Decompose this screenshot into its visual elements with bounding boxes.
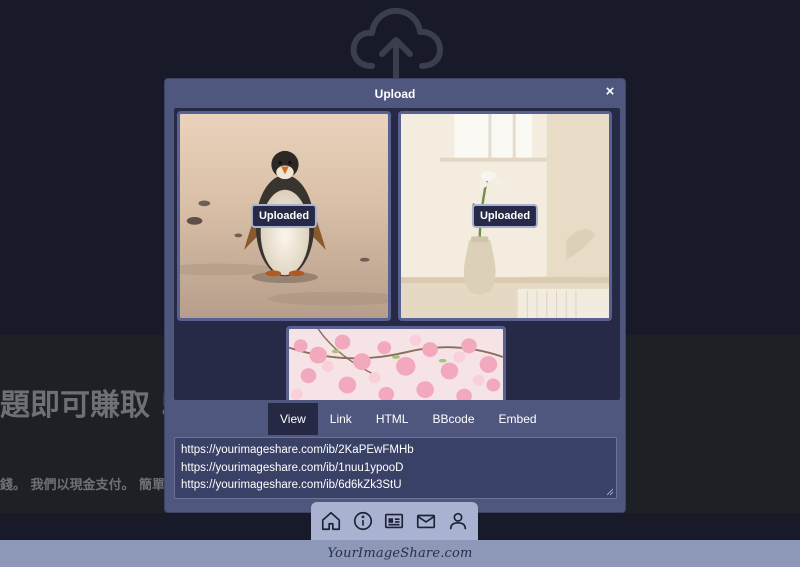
uploaded-badge: Uploaded [471, 204, 539, 228]
nav-info-button[interactable] [349, 507, 377, 535]
cherry-blossoms-image [289, 329, 503, 400]
bottom-navigation [311, 502, 478, 540]
tab-view[interactable]: View [268, 403, 318, 435]
uploaded-badge: Uploaded [250, 204, 318, 228]
tab-embed[interactable]: Embed [487, 403, 549, 435]
modal-header: Upload × [165, 79, 625, 107]
share-links-textarea[interactable]: https://yourimageshare.com/ib/2KaPEwFMHb… [174, 437, 617, 499]
background-heading: 題即可賺取 5 [0, 388, 182, 423]
share-link[interactable]: https://yourimageshare.com/ib/1nuu1ypooD [181, 460, 610, 478]
nav-account-button[interactable] [444, 507, 472, 535]
id-card-icon [385, 513, 404, 529]
nav-profile-card-button[interactable] [380, 507, 408, 535]
embed-format-tabs: View Link HTML BBcode Embed [268, 403, 549, 435]
site-footer: YourImageShare.com [0, 540, 800, 567]
background-subtext: 錢。 我們以現金支付。 簡單 [0, 478, 166, 493]
upload-cloud-icon [350, 7, 443, 80]
share-link[interactable]: https://yourimageshare.com/ib/6d6kZk3StU [181, 477, 610, 495]
tab-bbcode[interactable]: BBcode [420, 403, 486, 435]
thumbnail-vase[interactable]: Uploaded [398, 111, 612, 321]
footer-brand-logo[interactable]: YourImageShare.com [327, 546, 472, 561]
nav-mail-button[interactable] [412, 507, 440, 535]
tab-html[interactable]: HTML [364, 403, 421, 435]
close-button[interactable]: × [603, 84, 617, 99]
share-link[interactable]: https://yourimageshare.com/ib/2KaPEwFMHb [181, 442, 610, 460]
tab-link[interactable]: Link [318, 403, 364, 435]
user-icon [449, 512, 467, 530]
resize-grip-icon[interactable] [606, 488, 614, 496]
thumbnail-penguin[interactable]: Uploaded [177, 111, 391, 321]
thumbnail-cherry-blossoms[interactable] [286, 326, 506, 400]
home-icon [321, 511, 340, 531]
upload-modal: Upload × Uploaded Uploaded View Link HTM… [165, 79, 625, 512]
mail-icon [417, 514, 436, 529]
nav-home-button[interactable] [317, 507, 345, 535]
modal-title: Upload [374, 87, 416, 101]
upload-gallery[interactable]: Uploaded Uploaded [174, 108, 620, 400]
info-icon [353, 511, 372, 531]
